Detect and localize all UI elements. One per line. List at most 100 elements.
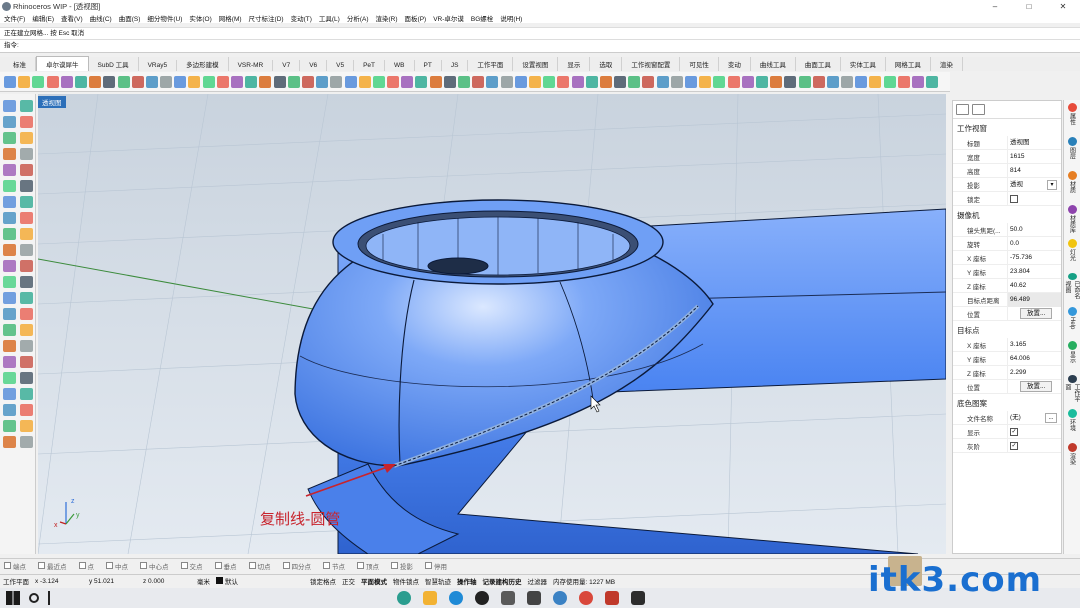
tool-palette-icon[interactable] — [20, 148, 33, 160]
toolbar-command-icon[interactable] — [741, 75, 754, 88]
menu-view[interactable]: 查看(V) — [61, 13, 83, 23]
tool-palette-icon[interactable] — [20, 404, 33, 416]
panel-tab-3[interactable]: 材质库 — [1064, 202, 1080, 236]
toolbar-command-icon[interactable] — [443, 75, 456, 88]
app-qq-icon[interactable] — [475, 591, 489, 605]
tool-palette-icon[interactable] — [20, 308, 33, 320]
osnap-option[interactable]: 端点 — [4, 561, 32, 571]
tool-palette-icon[interactable] — [20, 324, 33, 336]
menu-analyze[interactable]: 分析(A) — [347, 13, 369, 23]
menu-tools[interactable]: 工具(L) — [319, 13, 340, 23]
toolbar-command-icon[interactable] — [301, 75, 314, 88]
toolbar-command-icon[interactable] — [429, 75, 442, 88]
maximize-button[interactable]: □ — [1012, 2, 1046, 11]
tool-palette-icon[interactable] — [20, 212, 33, 224]
osnap-option[interactable]: 四分点 — [282, 561, 318, 571]
app-edge-icon[interactable] — [449, 591, 463, 605]
osnap-checkbox[interactable] — [4, 562, 11, 569]
show-checkbox[interactable]: ✓ — [1010, 427, 1018, 436]
tool-palette-icon[interactable] — [20, 388, 33, 400]
tool-palette-icon[interactable] — [3, 196, 16, 208]
toolbar-command-icon[interactable] — [117, 75, 130, 88]
toolbar-command-icon[interactable] — [287, 75, 300, 88]
toolbar-command-icon[interactable] — [543, 75, 556, 88]
toolbar-command-icon[interactable] — [685, 75, 697, 88]
tab-zhuoermo[interactable]: 卓尔谟犀牛 — [36, 56, 89, 71]
tool-palette-icon[interactable] — [20, 196, 33, 208]
toolbar-command-icon[interactable] — [599, 75, 612, 88]
toolbar-command-icon[interactable] — [131, 75, 144, 88]
place-target-button[interactable]: 放置... — [1020, 381, 1053, 392]
tab-subd-tools[interactable]: SubD 工具 — [89, 57, 139, 71]
panel-tab-6[interactable]: Help — [1064, 304, 1080, 338]
tool-palette-icon[interactable] — [20, 420, 33, 432]
tool-palette-icon[interactable] — [20, 244, 33, 256]
toolbar-command-icon[interactable] — [415, 75, 428, 88]
tab-surface-tools[interactable]: 曲面工具 — [796, 57, 841, 71]
toolbar-command-icon[interactable] — [330, 75, 343, 88]
place-camera-button[interactable]: 放置... — [1020, 308, 1053, 319]
toolbar-command-icon[interactable] — [344, 75, 357, 88]
command-prompt[interactable]: 指令: — [0, 39, 1080, 50]
tool-palette-icon[interactable] — [3, 292, 16, 304]
tool-palette-icon[interactable] — [20, 340, 33, 352]
tab-select[interactable]: 选取 — [590, 57, 623, 71]
tool-palette-icon[interactable] — [20, 372, 33, 384]
toggle-gumball[interactable]: 操作轴 — [457, 576, 477, 586]
toolbar-command-icon[interactable] — [46, 75, 59, 88]
osnap-checkbox[interactable] — [248, 562, 256, 569]
tab-js[interactable]: JS — [442, 60, 469, 71]
menu-file[interactable]: 文件(F) — [4, 13, 25, 23]
tool-palette-icon[interactable] — [3, 420, 16, 432]
menu-panels[interactable]: 面板(P) — [405, 13, 427, 23]
toolbar-command-icon[interactable] — [897, 75, 910, 88]
toolbar-command-icon[interactable] — [259, 75, 272, 88]
toolbar-command-icon[interactable] — [883, 75, 896, 88]
rotation-field[interactable]: 0.0 — [1007, 236, 1061, 251]
tool-palette-icon[interactable] — [3, 148, 16, 160]
toolbar-command-icon[interactable] — [713, 75, 726, 88]
panel-tab-2[interactable]: 材质 — [1064, 168, 1080, 202]
toolbar-command-icon[interactable] — [528, 75, 541, 88]
toolbar-command-icon[interactable] — [642, 75, 655, 88]
tool-palette-icon[interactable] — [3, 212, 16, 224]
menu-solid[interactable]: 实体(O) — [189, 13, 211, 23]
toolbar-command-icon[interactable] — [571, 75, 584, 88]
toolbar-command-icon[interactable] — [103, 75, 116, 88]
toolbar-command-icon[interactable] — [812, 75, 825, 88]
toolbar-command-icon[interactable] — [387, 75, 400, 88]
tab-pt[interactable]: PT — [415, 60, 442, 71]
osnap-option[interactable]: 中点 — [106, 561, 134, 571]
tab-cplane[interactable]: 工作平面 — [468, 57, 514, 71]
tool-palette-icon[interactable] — [3, 388, 16, 400]
tab-display[interactable]: 显示 — [558, 57, 591, 71]
panel-tab-0[interactable]: 属性 — [1064, 100, 1080, 134]
viewport-canvas[interactable]: z y x — [38, 94, 946, 554]
toolbar-command-icon[interactable] — [798, 75, 811, 88]
osnap-disable-option[interactable]: 停用 — [425, 561, 453, 571]
target-x-field[interactable]: 3.165 — [1007, 337, 1061, 352]
tool-palette-icon[interactable] — [3, 436, 16, 448]
tool-palette-icon[interactable] — [20, 132, 33, 144]
toolbar-command-icon[interactable] — [699, 75, 712, 88]
tool-palette-icon[interactable] — [3, 244, 16, 256]
tab-v7[interactable]: V7 — [273, 60, 301, 71]
tool-palette-icon[interactable] — [3, 372, 16, 384]
grayscale-checkbox[interactable]: ✓ — [1010, 441, 1018, 450]
toolbar-command-icon[interactable] — [145, 75, 158, 88]
panel-tab-7[interactable]: 显示 — [1064, 338, 1080, 372]
app-tool-icon[interactable] — [631, 591, 645, 605]
toolbar-command-icon[interactable] — [670, 75, 683, 88]
tool-palette-icon[interactable] — [20, 100, 33, 112]
toolbar-command-icon[interactable] — [4, 75, 16, 88]
osnap-option[interactable]: 投影 — [391, 561, 419, 571]
tab-curve-tools[interactable]: 曲线工具 — [751, 57, 796, 71]
lens-length-field[interactable]: 50.0 — [1007, 222, 1061, 237]
toolbar-command-icon[interactable] — [500, 75, 513, 88]
tool-palette-icon[interactable] — [3, 340, 16, 352]
tool-palette-icon[interactable] — [3, 276, 16, 288]
toggle-filter[interactable]: 过滤器 — [528, 576, 548, 586]
tab-v5[interactable]: V5 — [327, 60, 355, 71]
app-globe-icon[interactable] — [397, 591, 411, 605]
panel-tab-9[interactable]: 环境 — [1064, 406, 1080, 440]
